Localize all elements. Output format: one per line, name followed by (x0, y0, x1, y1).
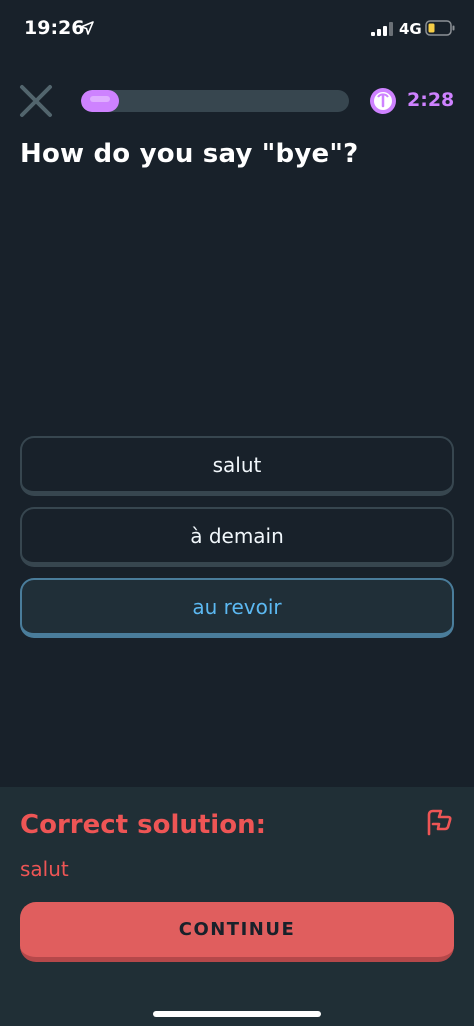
status-bar: 19:26 4G (0, 0, 474, 58)
timer-icon (370, 88, 396, 114)
timer-text: 2:28 (407, 89, 455, 111)
correct-answer: salut (20, 857, 69, 881)
progress-shine (90, 96, 110, 102)
continue-button[interactable]: CONTINUE (20, 902, 454, 962)
flag-icon[interactable] (424, 807, 454, 837)
quiz-screen: 19:26 4G 2:28 How do you say "bye"? salu… (0, 0, 474, 1026)
option-au-revoir[interactable]: au revoir (20, 578, 454, 638)
feedback-panel: Correct solution: salut CONTINUE (0, 787, 474, 1026)
progress-fill (81, 90, 119, 112)
progress-bar (81, 90, 349, 112)
option-a-demain[interactable]: à demain (20, 507, 454, 567)
home-indicator (153, 1011, 321, 1017)
feedback-title: Correct solution: (20, 810, 266, 840)
question-title: How do you say "bye"? (20, 139, 359, 169)
location-arrow-icon (80, 21, 94, 35)
signal-icon (371, 22, 393, 36)
network-label: 4G (399, 20, 422, 38)
close-icon[interactable] (19, 84, 53, 118)
status-time: 19:26 (24, 17, 85, 39)
option-salut[interactable]: salut (20, 436, 454, 496)
battery-icon (425, 20, 455, 36)
